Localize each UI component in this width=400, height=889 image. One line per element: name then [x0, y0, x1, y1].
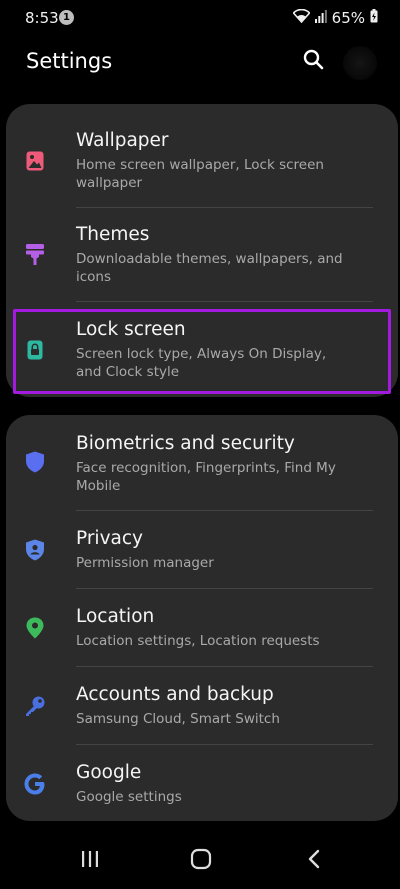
- settings-item-wallpaper[interactable]: Wallpaper Home screen wallpaper, Lock sc…: [6, 130, 398, 210]
- settings-item-subtitle: Permission manager: [76, 555, 214, 571]
- navigation-bar: [0, 832, 400, 889]
- recents-button[interactable]: [70, 844, 110, 878]
- divider: [76, 588, 373, 589]
- avatar[interactable]: [343, 46, 377, 80]
- search-button[interactable]: [298, 46, 328, 76]
- status-icons: 65%: [292, 8, 378, 27]
- status-bar: 8:53 1 65%: [0, 0, 400, 36]
- settings-item-biometrics-and-security[interactable]: Biometrics and security Face recognition…: [6, 433, 398, 513]
- settings-item-subtitle: Location settings, Location requests: [76, 633, 320, 649]
- lock-screen-icon: [24, 339, 46, 361]
- back-icon: [307, 849, 321, 873]
- battery-percent: 65%: [331, 8, 365, 27]
- divider: [76, 207, 373, 208]
- settings-item-title: Wallpaper: [76, 130, 169, 151]
- settings-item-title: Biometrics and security: [76, 433, 295, 454]
- shield-icon: [24, 451, 46, 473]
- divider: [76, 744, 373, 745]
- recents-icon: [81, 850, 99, 872]
- settings-item-subtitle: Face recognition, Fingerprints, Find My …: [76, 460, 336, 494]
- wifi-icon: [292, 8, 311, 27]
- settings-item-subtitle: Screen lock type, Always On Display, and…: [76, 346, 327, 380]
- settings-item-title: Themes: [76, 224, 150, 245]
- settings-item-title: Location: [76, 606, 155, 627]
- settings-group-security: Biometrics and security Face recognition…: [6, 415, 398, 821]
- settings-item-location[interactable]: Location Location settings, Location req…: [6, 606, 398, 668]
- divider: [76, 666, 373, 667]
- settings-item-privacy[interactable]: Privacy Permission manager: [6, 528, 398, 590]
- notification-badge: 1: [59, 10, 74, 25]
- page-title: Settings: [26, 49, 113, 73]
- settings-item-title: Accounts and backup: [76, 684, 274, 705]
- settings-item-title: Privacy: [76, 528, 143, 549]
- divider: [76, 301, 373, 302]
- settings-item-google[interactable]: Google Google settings: [6, 762, 398, 817]
- key-icon: [24, 695, 46, 717]
- privacy-shield-icon: [24, 539, 46, 561]
- app-header: Settings: [0, 36, 400, 96]
- settings-item-title: Google: [76, 762, 142, 783]
- home-button[interactable]: [181, 844, 221, 878]
- home-icon: [190, 848, 212, 874]
- settings-item-themes[interactable]: Themes Downloadable themes, wallpapers, …: [6, 224, 398, 304]
- themes-brush-icon: [24, 244, 46, 266]
- status-time: 8:53: [25, 9, 59, 27]
- settings-item-subtitle: Samsung Cloud, Smart Switch: [76, 711, 280, 727]
- settings-item-subtitle: Downloadable themes, wallpapers, and ico…: [76, 251, 343, 285]
- settings-item-accounts-and-backup[interactable]: Accounts and backup Samsung Cloud, Smart…: [6, 684, 398, 746]
- search-icon: [303, 49, 324, 74]
- location-pin-icon: [24, 617, 46, 639]
- settings-group-display: Wallpaper Home screen wallpaper, Lock sc…: [6, 104, 398, 397]
- settings-item-subtitle: Home screen wallpaper, Lock screen wallp…: [76, 157, 324, 191]
- wallpaper-icon: [24, 150, 46, 172]
- settings-item-subtitle: Google settings: [76, 789, 182, 805]
- signal-icon: [314, 8, 327, 27]
- settings-item-lock-screen[interactable]: Lock screen Screen lock type, Always On …: [6, 319, 398, 394]
- battery-charging-icon: [370, 8, 378, 27]
- divider: [76, 510, 373, 511]
- back-button[interactable]: [294, 844, 334, 878]
- google-icon: [24, 773, 46, 795]
- settings-item-title: Lock screen: [76, 319, 186, 340]
